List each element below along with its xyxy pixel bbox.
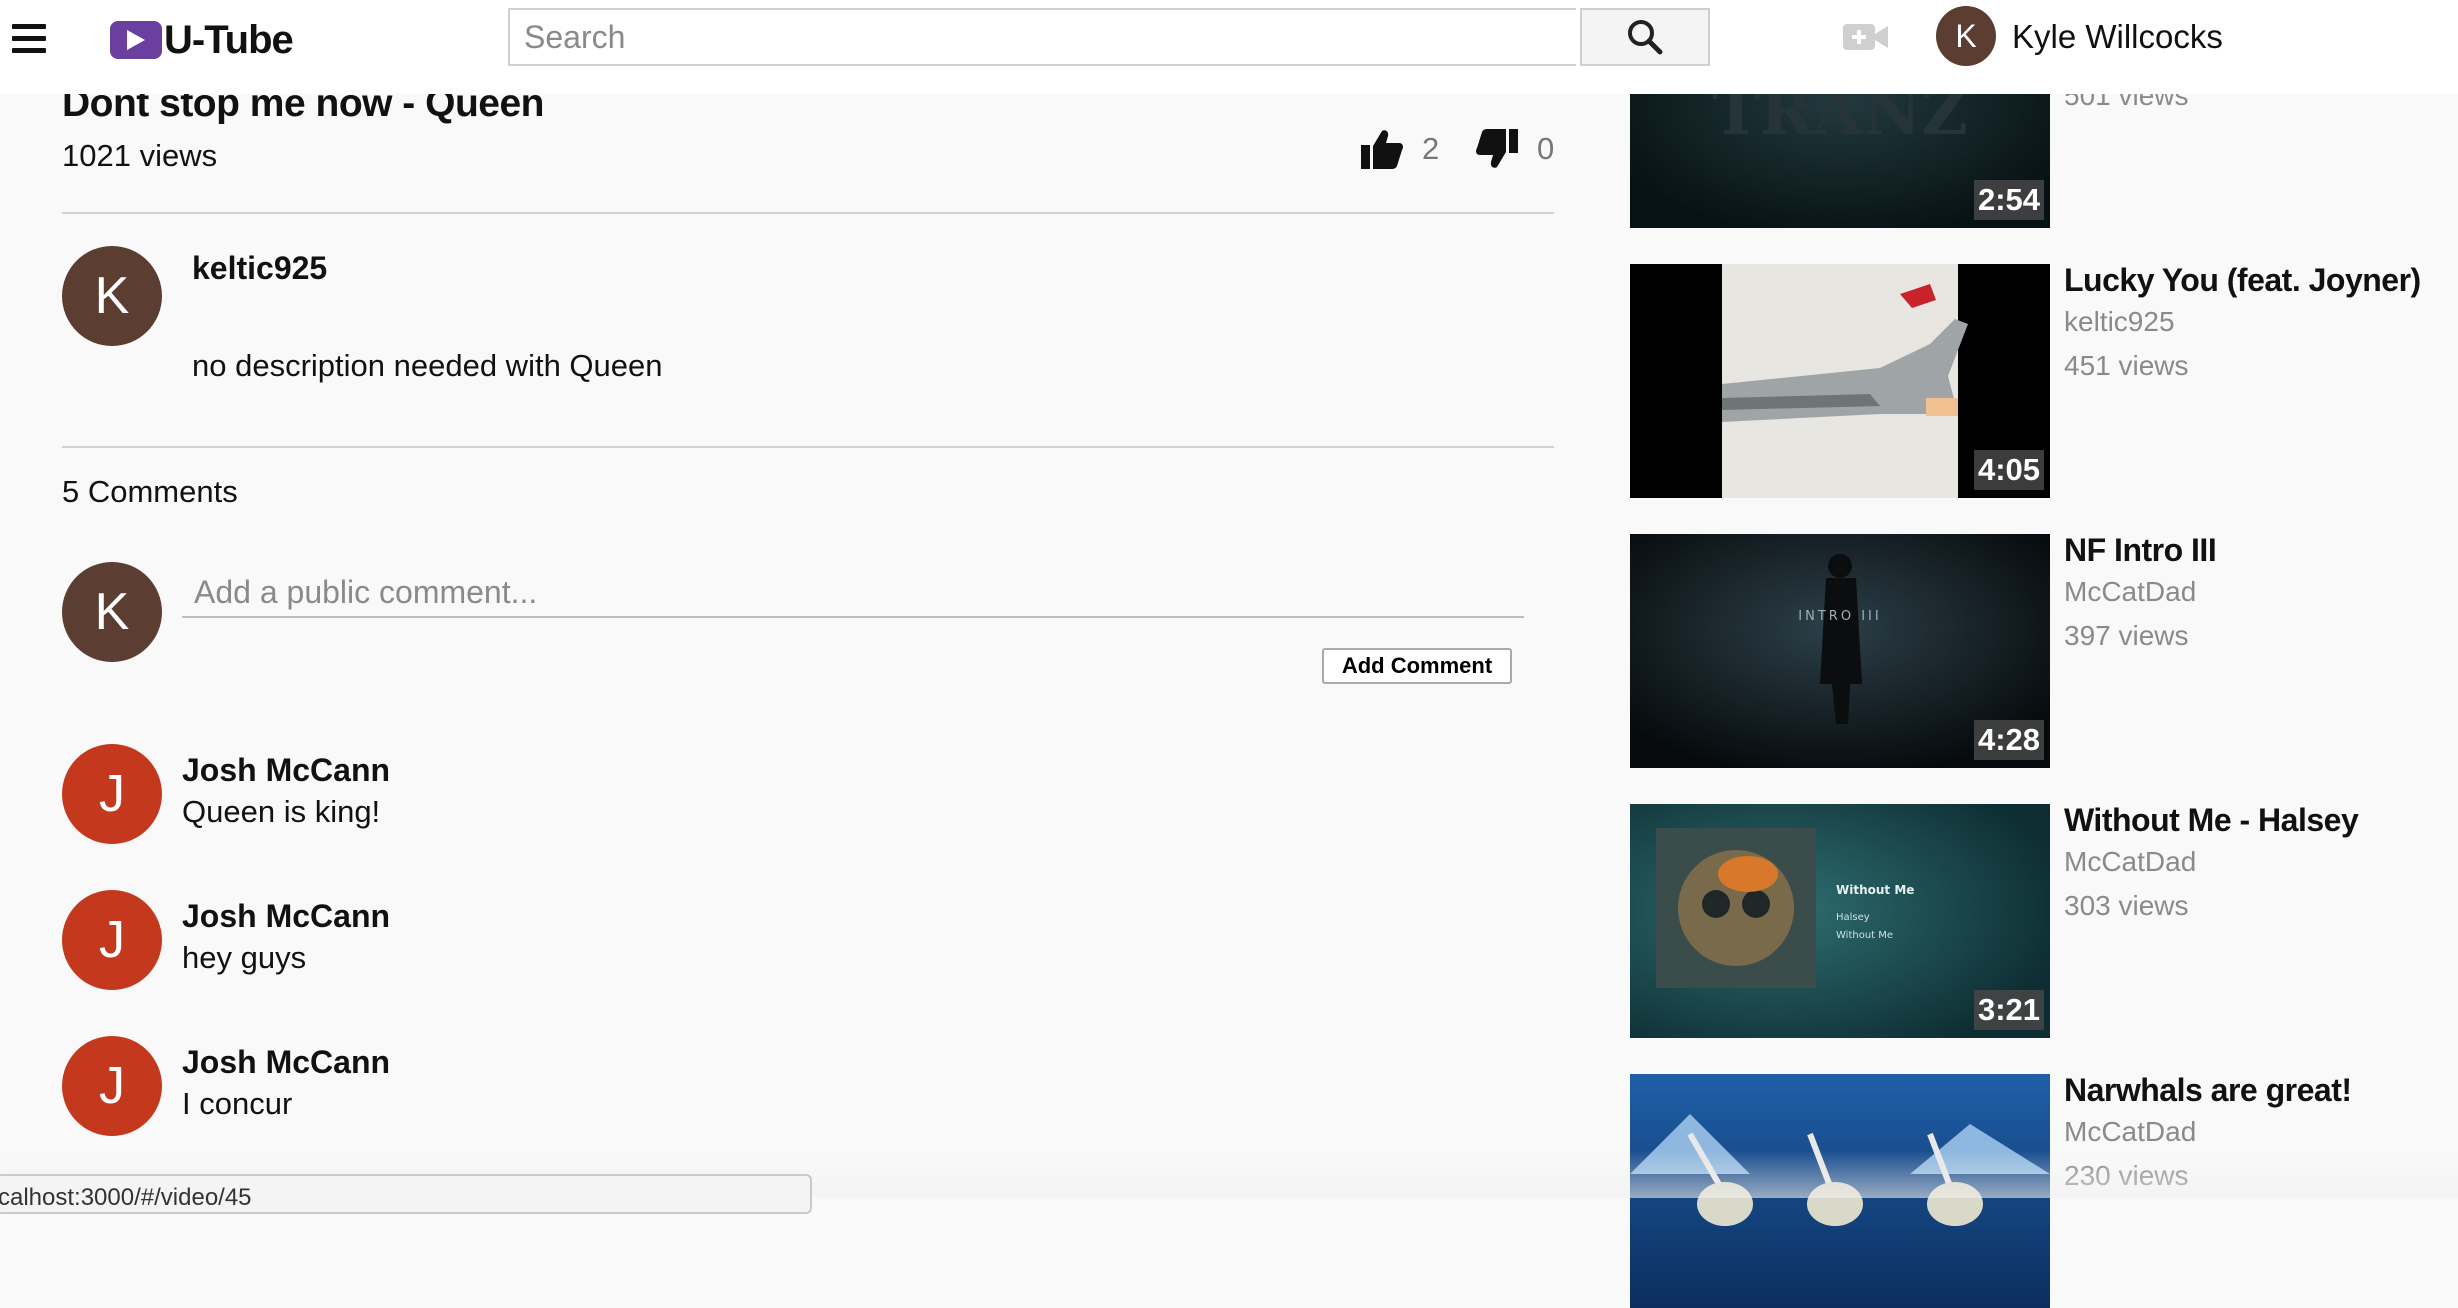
comment-text: hey guys: [182, 940, 307, 975]
dislike-button[interactable]: 0: [1475, 128, 1554, 170]
uploader-avatar[interactable]: K: [62, 246, 162, 346]
recommended-video-channel[interactable]: keltic925: [2064, 306, 2175, 338]
video-duration: 2:54: [1973, 180, 2044, 220]
comments-count: 5 Comments: [62, 474, 238, 509]
recommended-video-views: 397 views: [2064, 620, 2189, 651]
video-duration: 4:05: [1973, 450, 2044, 490]
video-duration: 3:21: [1973, 990, 2044, 1030]
search-icon: [1628, 20, 1663, 55]
recommended-video-title[interactable]: NF Intro III: [2064, 532, 2217, 569]
thumbs-down-icon: [1476, 129, 1518, 168]
comment-avatar[interactable]: J: [62, 1036, 162, 1136]
comment-text: I concur: [182, 1086, 293, 1121]
video-description: no description needed with Queen: [192, 348, 663, 383]
divider: [62, 446, 1554, 448]
recommended-video-channel[interactable]: McCatDad: [2064, 576, 2196, 608]
recommended-video-thumbnail[interactable]: 4:05: [1630, 264, 2050, 498]
user-avatar[interactable]: K: [1936, 6, 1996, 66]
search-input[interactable]: [508, 8, 1576, 66]
play-logo-icon: [110, 21, 162, 59]
like-count: 2: [1422, 131, 1440, 166]
recommended-video-thumbnail[interactable]: [1630, 1074, 2050, 1308]
recommended-video-views: 230 views: [2064, 1160, 2189, 1191]
comment-author[interactable]: Josh McCann: [182, 1044, 390, 1081]
recommended-video-title[interactable]: Without Me - Halsey: [2064, 802, 2359, 839]
add-comment-button[interactable]: Add Comment: [1322, 648, 1512, 684]
user-name[interactable]: Kyle Willcocks: [2012, 18, 2223, 56]
thumbnail-text: INTRO III: [1798, 609, 1881, 624]
comment-avatar[interactable]: J: [62, 890, 162, 990]
comment-author[interactable]: Josh McCann: [182, 752, 390, 789]
comment-text: Queen is king!: [182, 794, 381, 829]
search-button[interactable]: [1580, 8, 1710, 66]
logo[interactable]: U-Tube: [110, 17, 294, 62]
logo-text: U-Tube: [164, 17, 294, 62]
video-view-count: 1021 views: [62, 138, 218, 173]
like-button[interactable]: 2: [1360, 128, 1439, 170]
hamburger-menu-icon[interactable]: [12, 24, 46, 56]
thumbs-up-icon: [1361, 130, 1403, 169]
recommended-video-channel[interactable]: McCatDad: [2064, 846, 2196, 878]
status-bar-url: calhost:3000/#/video/45: [0, 1174, 812, 1214]
uploader-name[interactable]: keltic925: [192, 250, 327, 287]
video-duration: 4:28: [1973, 720, 2044, 760]
recommended-video-views: 451 views: [2064, 350, 2189, 381]
comment-avatar[interactable]: J: [62, 744, 162, 844]
commenter-avatar: K: [62, 562, 162, 662]
thumbnail-image: [1630, 1074, 2050, 1308]
recommended-video-channel[interactable]: McCatDad: [2064, 1116, 2196, 1148]
recommended-video-title[interactable]: Lucky You (feat. Joyner): [2064, 262, 2421, 299]
recommended-video-views: 303 views: [2064, 890, 2189, 921]
thumbnail-text: Without Me: [1836, 883, 1914, 897]
upload-video-icon[interactable]: [1842, 20, 1890, 54]
recommended-video-thumbnail[interactable]: Without Me Halsey Without Me 3:21: [1630, 804, 2050, 1038]
dislike-count: 0: [1537, 131, 1555, 166]
divider: [62, 212, 1554, 214]
top-header: U-Tube K Kyle Willcocks: [0, 0, 2458, 94]
thumbnail-subtext: Halsey: [1836, 912, 1870, 923]
recommended-video-thumbnail[interactable]: INTRO III 4:28: [1630, 534, 2050, 768]
comment-input[interactable]: [182, 568, 1524, 618]
recommended-video-title[interactable]: Narwhals are great!: [2064, 1072, 2352, 1109]
thumbnail-subtext: Without Me: [1836, 930, 1893, 941]
comment-author[interactable]: Josh McCann: [182, 898, 390, 935]
